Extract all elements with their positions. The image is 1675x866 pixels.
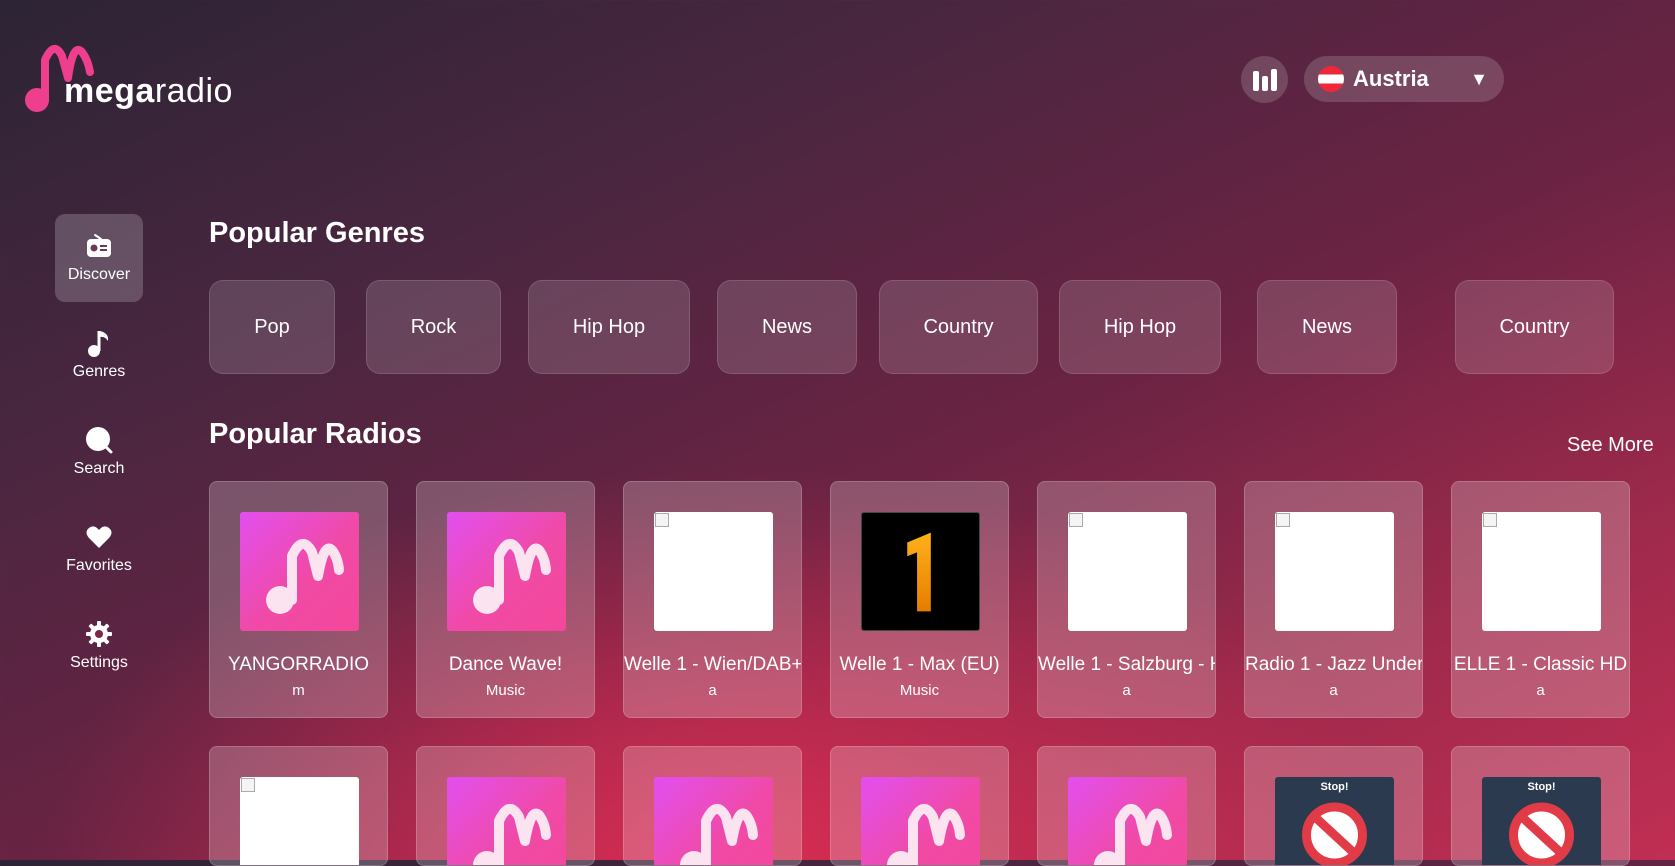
radio-name: Dance Wave! xyxy=(448,654,563,675)
radio-card[interactable] xyxy=(1037,746,1216,866)
radio-logo-image xyxy=(1482,512,1601,631)
radio-name: YANGORRADIO xyxy=(227,654,370,675)
radio-genre: Music xyxy=(485,682,526,699)
radio-genre: Music xyxy=(899,682,940,699)
radio-card[interactable] xyxy=(830,746,1009,866)
genre-chip[interactable]: News xyxy=(1257,280,1397,374)
radio-logo-image xyxy=(240,777,359,865)
genre-chip[interactable]: Rock xyxy=(366,280,501,374)
nav-item-favorites[interactable]: Favorites xyxy=(55,505,143,593)
radio-card[interactable] xyxy=(209,746,388,866)
nav-label-settings: Settings xyxy=(70,654,128,671)
chevron-down-icon: ▼ xyxy=(1470,68,1488,89)
radio-card[interactable]: YANGORRADIO m xyxy=(209,481,388,718)
radio-genre: a xyxy=(1536,682,1545,699)
radio-card[interactable]: Stop! xyxy=(1451,746,1630,866)
popular-radios-title: Popular Radios xyxy=(209,418,422,450)
radio-card[interactable]: Dance Wave! Music xyxy=(416,481,595,718)
radio-logo-image xyxy=(1068,777,1187,865)
genre-chip[interactable]: Country xyxy=(1455,280,1614,374)
nav-label-discover: Discover xyxy=(67,266,131,283)
country-selector[interactable]: Austria ▼ xyxy=(1304,56,1504,102)
nav-item-search[interactable]: Search xyxy=(55,408,143,496)
radio-logo-image xyxy=(1068,512,1187,631)
nav-label-search: Search xyxy=(73,460,125,477)
genre-chip[interactable]: Hip Hop xyxy=(528,280,690,374)
nav-label-favorites: Favorites xyxy=(66,557,132,574)
radio-logo-image xyxy=(447,512,566,631)
country-label: Austria xyxy=(1353,66,1429,91)
austria-flag-icon xyxy=(1318,66,1344,92)
nav-item-discover[interactable]: Discover xyxy=(55,214,143,302)
genre-chip[interactable]: Pop xyxy=(209,280,335,374)
popular-genres-title: Popular Genres xyxy=(209,217,425,249)
radio-name: Welle 1 - Salzburg - HD xyxy=(1038,654,1215,675)
radio-card[interactable]: Welle 1 - Max (EU) Music xyxy=(830,481,1009,718)
radio-name: Radio 1 - Jazz Underground xyxy=(1245,654,1422,675)
radio-logo-image: Stop! xyxy=(1275,777,1394,865)
number-one-logo-icon xyxy=(907,532,931,612)
sidebar-nav: Discover Genres Search Favorites Setting… xyxy=(55,214,143,699)
broken-image-icon xyxy=(655,513,669,527)
radio-logo-image xyxy=(861,777,980,865)
radio-genre: m xyxy=(292,682,305,699)
radio-card[interactable]: Radio 1 - Jazz Underground a xyxy=(1244,481,1423,718)
broken-image-icon xyxy=(241,778,255,792)
gear-icon xyxy=(85,620,113,648)
radio-logo-image xyxy=(654,512,773,631)
radio-genre: a xyxy=(708,682,717,699)
broken-image-icon xyxy=(1069,513,1083,527)
radio-logo-image xyxy=(861,512,980,631)
genre-chip[interactable]: News xyxy=(717,280,857,374)
radio-logo-image xyxy=(447,777,566,865)
radio-card[interactable]: Stop! xyxy=(1244,746,1423,866)
radio-logo-image xyxy=(654,777,773,865)
music-note-icon xyxy=(85,329,113,357)
radio-genre: a xyxy=(1122,682,1131,699)
equalizer-button[interactable] xyxy=(1241,56,1288,103)
radio-card[interactable] xyxy=(623,746,802,866)
radio-genre: a xyxy=(1329,682,1338,699)
broken-image-icon xyxy=(1276,513,1290,527)
radio-card[interactable]: ELLE 1 - Classic HD a xyxy=(1451,481,1630,718)
equalizer-icon xyxy=(1252,68,1277,91)
stop-badge-text: Stop! xyxy=(1527,781,1556,793)
megaradio-logo[interactable]: megaradio xyxy=(24,38,234,114)
genre-chip[interactable]: Country xyxy=(879,280,1038,374)
radio-name: ELLE 1 - Classic HD xyxy=(1453,654,1628,675)
radio-icon xyxy=(85,232,113,260)
genre-chip[interactable]: Hip Hop xyxy=(1059,280,1221,374)
radio-card[interactable]: Welle 1 - Wien/DAB+ a xyxy=(623,481,802,718)
radio-card[interactable]: Welle 1 - Salzburg - HD a xyxy=(1037,481,1216,718)
radio-logo-image: Stop! xyxy=(1482,777,1601,865)
logo-wordmark: megaradio xyxy=(64,72,233,110)
nav-item-settings[interactable]: Settings xyxy=(55,602,143,690)
search-icon xyxy=(85,426,113,454)
nav-item-genres[interactable]: Genres xyxy=(55,311,143,399)
stop-badge-text: Stop! xyxy=(1320,781,1349,793)
radio-name: Welle 1 - Wien/DAB+ xyxy=(624,654,801,675)
radio-logo-image xyxy=(1275,512,1394,631)
heart-icon xyxy=(85,523,113,551)
radio-card[interactable] xyxy=(416,746,595,866)
nav-label-genres: Genres xyxy=(72,363,126,380)
radio-name: Welle 1 - Max (EU) xyxy=(839,654,1000,675)
broken-image-icon xyxy=(1483,513,1497,527)
radio-logo-image xyxy=(240,512,359,631)
see-more-link[interactable]: See More xyxy=(1567,434,1654,457)
